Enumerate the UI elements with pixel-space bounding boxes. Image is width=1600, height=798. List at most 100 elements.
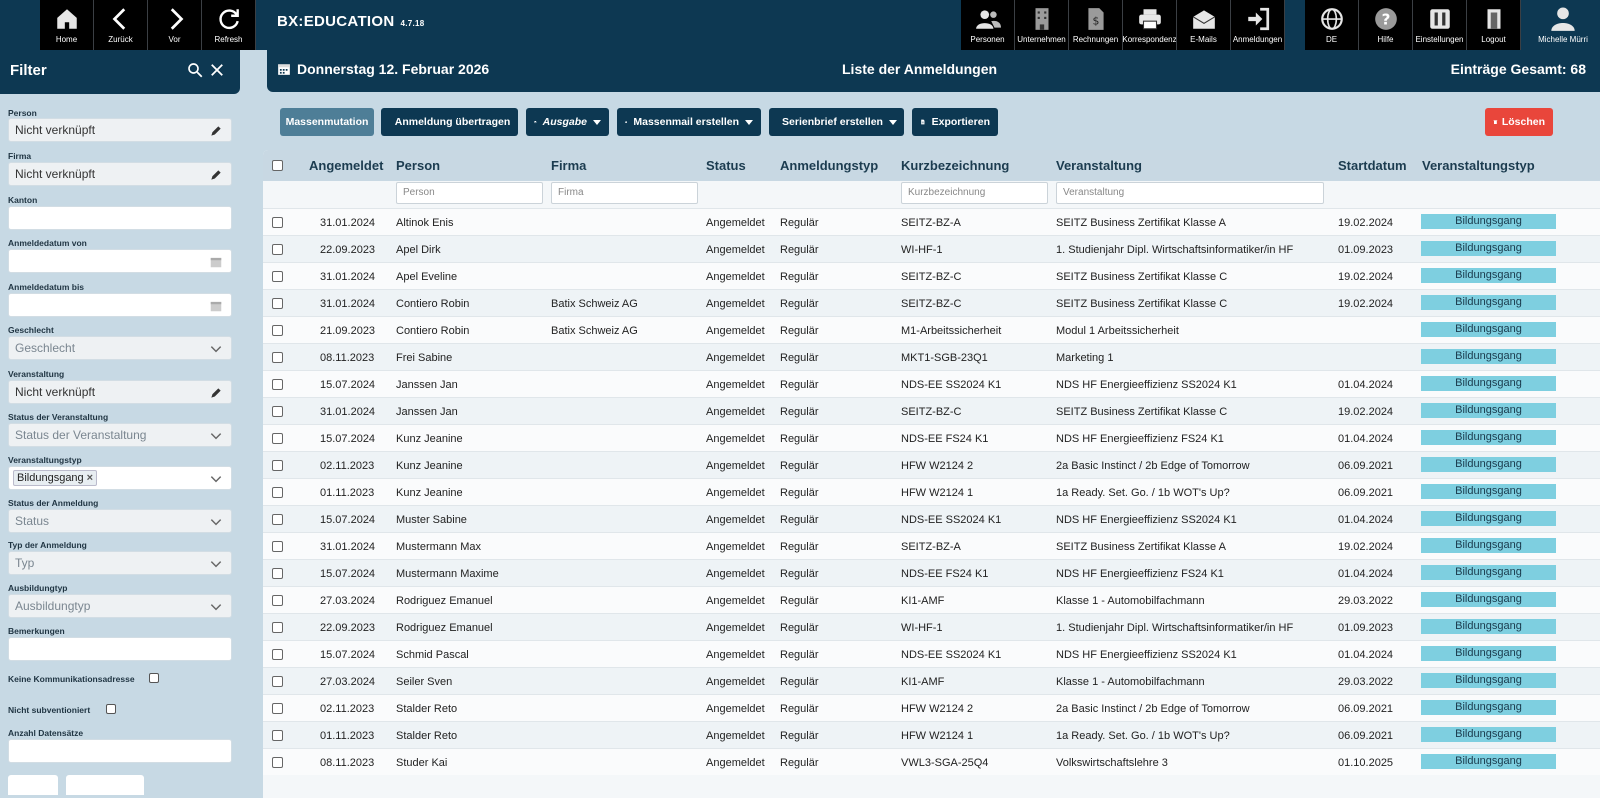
logout-button[interactable]: Logout (1467, 0, 1521, 50)
table-row[interactable]: 22.09.2023 Rodriguez Emanuel Angemeldet Reg… (263, 613, 1600, 640)
table-row[interactable]: 21.09.2023 Contiero Robin Batix Schweiz AG… (263, 316, 1600, 343)
table-row[interactable]: 27.03.2024 Rodriguez Emanuel Angemeldet Reg… (263, 586, 1600, 613)
loeschen-button[interactable]: Löschen (1485, 108, 1553, 136)
table-row[interactable]: 15.07.2024 Schmid Pascal Angemeldet Regulär… (263, 640, 1600, 667)
close-icon[interactable] (208, 61, 226, 79)
calendar-icon[interactable] (209, 255, 223, 269)
table-row[interactable]: 08.11.2023 Frei Sabine Angemeldet Regulär MK… (263, 343, 1600, 370)
col-startdatum[interactable]: Startdatum (1338, 158, 1407, 173)
filter-datum-bis-input[interactable] (8, 293, 232, 317)
massenmutation-button[interactable]: Massenmutation (280, 108, 374, 136)
pencil-icon[interactable] (209, 168, 223, 182)
uebertragen-button[interactable]: Anmeldung übertragen (381, 108, 518, 136)
filter-veranstaltung-column-input[interactable]: Veranstaltung (1056, 182, 1324, 204)
filter-apply-button[interactable] (66, 775, 144, 795)
row-checkbox[interactable] (272, 325, 283, 336)
col-status[interactable]: Status (706, 158, 746, 173)
home-button[interactable]: Home (40, 0, 94, 50)
filter-kurz-column-input[interactable]: Kurzbezeichnung (901, 182, 1048, 204)
table-row[interactable]: 01.11.2023 Kunz Jeanine Angemeldet Regulär H… (263, 478, 1600, 505)
filter-ausbildungtyp-select[interactable]: Ausbildungtyp (8, 594, 232, 618)
table-row[interactable]: 15.07.2024 Janssen Jan Angemeldet Regulär ND… (263, 370, 1600, 397)
table-row[interactable]: 27.03.2024 Seiler Sven Angemeldet Regulär KI… (263, 667, 1600, 694)
user-menu[interactable]: Michelle Mürri (1526, 0, 1600, 50)
language-button[interactable]: DE (1305, 0, 1359, 50)
massenmail-dropdown[interactable]: Massenmail erstellen (617, 108, 761, 136)
row-checkbox[interactable] (272, 487, 283, 498)
row-checkbox[interactable] (272, 406, 283, 417)
table-row[interactable]: 22.09.2023 Apel Dirk Angemeldet Regulär WI-H… (263, 235, 1600, 262)
row-checkbox[interactable] (272, 271, 283, 282)
rechnungen-button[interactable]: $ Rechnungen (1069, 0, 1123, 50)
filter-keine-komm-checkbox[interactable] (149, 673, 159, 683)
table-row[interactable]: 31.01.2024 Apel Eveline Angemeldet Regulär S… (263, 262, 1600, 289)
row-checkbox[interactable] (272, 217, 283, 228)
search-icon[interactable] (186, 61, 204, 79)
unternehmen-button[interactable]: Unternehmen (1015, 0, 1069, 50)
filter-veranstaltung-field[interactable]: Nicht verknüpft (8, 380, 232, 404)
col-anmeldungstyp[interactable]: Anmeldungstyp (780, 158, 878, 173)
row-checkbox[interactable] (272, 433, 283, 444)
table-row[interactable]: 08.11.2023 Studer Kai Angemeldet Regulär VWL… (263, 748, 1600, 775)
emails-button[interactable]: E-Mails (1177, 0, 1231, 50)
pencil-icon[interactable] (209, 124, 223, 138)
personen-button[interactable]: Personen (961, 0, 1015, 50)
filter-person-field[interactable]: Nicht verknüpft (8, 118, 232, 142)
filter-person-column-input[interactable]: Person (396, 182, 543, 204)
pencil-icon[interactable] (209, 386, 223, 400)
row-checkbox[interactable] (272, 757, 283, 768)
filter-reset-button[interactable] (8, 775, 58, 795)
filter-status-anmeldung-select[interactable]: Status (8, 509, 232, 533)
filter-typ-anmeldung-select[interactable]: Typ (8, 551, 232, 575)
select-all-checkbox[interactable] (272, 160, 283, 171)
table-row[interactable]: 02.11.2023 Stalder Reto Angemeldet Regulär H… (263, 694, 1600, 721)
filter-kanton-input[interactable] (8, 206, 232, 230)
tag-remove-icon[interactable]: × (87, 472, 93, 484)
table-row[interactable]: 02.11.2023 Kunz Jeanine Angemeldet Regulär H… (263, 451, 1600, 478)
calendar-icon[interactable] (209, 299, 223, 313)
table-row[interactable]: 31.01.2024 Contiero Robin Batix Schweiz AG… (263, 289, 1600, 316)
col-person[interactable]: Person (396, 158, 440, 173)
exportieren-button[interactable]: Exportieren (912, 108, 998, 136)
filter-bemerkungen-input[interactable] (8, 637, 232, 661)
forward-button[interactable]: Vor (148, 0, 202, 50)
col-firma[interactable]: Firma (551, 158, 586, 173)
col-kurzbezeichnung[interactable]: Kurzbezeichnung (901, 158, 1009, 173)
anmeldungen-button[interactable]: Anmeldungen (1231, 0, 1285, 50)
filter-datum-von-input[interactable] (8, 249, 232, 273)
col-veranstaltungstyp[interactable]: Veranstaltungstyp (1422, 158, 1535, 173)
row-checkbox[interactable] (272, 244, 283, 255)
filter-anzahl-input[interactable] (8, 739, 232, 763)
row-checkbox[interactable] (272, 379, 283, 390)
refresh-button[interactable]: Refresh (202, 0, 256, 50)
hilfe-button[interactable]: ? Hilfe (1359, 0, 1413, 50)
table-row[interactable]: 31.01.2024 Mustermann Max Angemeldet Regulä… (263, 532, 1600, 559)
row-checkbox[interactable] (272, 595, 283, 606)
table-row[interactable]: 15.07.2024 Mustermann Maxime Angemeldet Reg… (263, 559, 1600, 586)
row-checkbox[interactable] (272, 649, 283, 660)
table-row[interactable]: 15.07.2024 Muster Sabine Angemeldet Regulär… (263, 505, 1600, 532)
row-checkbox[interactable] (272, 676, 283, 687)
col-veranstaltung[interactable]: Veranstaltung (1056, 158, 1142, 173)
table-row[interactable]: 15.07.2024 Kunz Jeanine Angemeldet Regulär N… (263, 424, 1600, 451)
row-checkbox[interactable] (272, 460, 283, 471)
filter-status-veranstaltung-select[interactable]: Status der Veranstaltung (8, 423, 232, 447)
table-row[interactable]: 01.11.2023 Stalder Reto Angemeldet Regulär H… (263, 721, 1600, 748)
ausgabe-dropdown[interactable]: Ausgabe (526, 108, 609, 136)
row-checkbox[interactable] (272, 730, 283, 741)
row-checkbox[interactable] (272, 703, 283, 714)
table-row[interactable]: 31.01.2024 Janssen Jan Angemeldet Regulär SE… (263, 397, 1600, 424)
filter-nicht-subv-checkbox[interactable] (106, 704, 116, 714)
col-angemeldet[interactable]: Angemeldet (309, 158, 383, 173)
filter-geschlecht-select[interactable]: Geschlecht (8, 336, 232, 360)
row-checkbox[interactable] (272, 541, 283, 552)
row-checkbox[interactable] (272, 622, 283, 633)
filter-firma-field[interactable]: Nicht verknüpft (8, 162, 232, 186)
korrespondenz-button[interactable]: Korrespondenz (1123, 0, 1177, 50)
einstellungen-button[interactable]: Einstellungen (1413, 0, 1467, 50)
filter-firma-column-input[interactable]: Firma (551, 182, 698, 204)
back-button[interactable]: Zurück (94, 0, 148, 50)
filter-veranstaltungstyp-select[interactable]: Bildungsgang × (8, 466, 232, 490)
row-checkbox[interactable] (272, 514, 283, 525)
table-row[interactable]: 31.01.2024 Altinok Enis Angemeldet Regulär S… (263, 208, 1600, 235)
